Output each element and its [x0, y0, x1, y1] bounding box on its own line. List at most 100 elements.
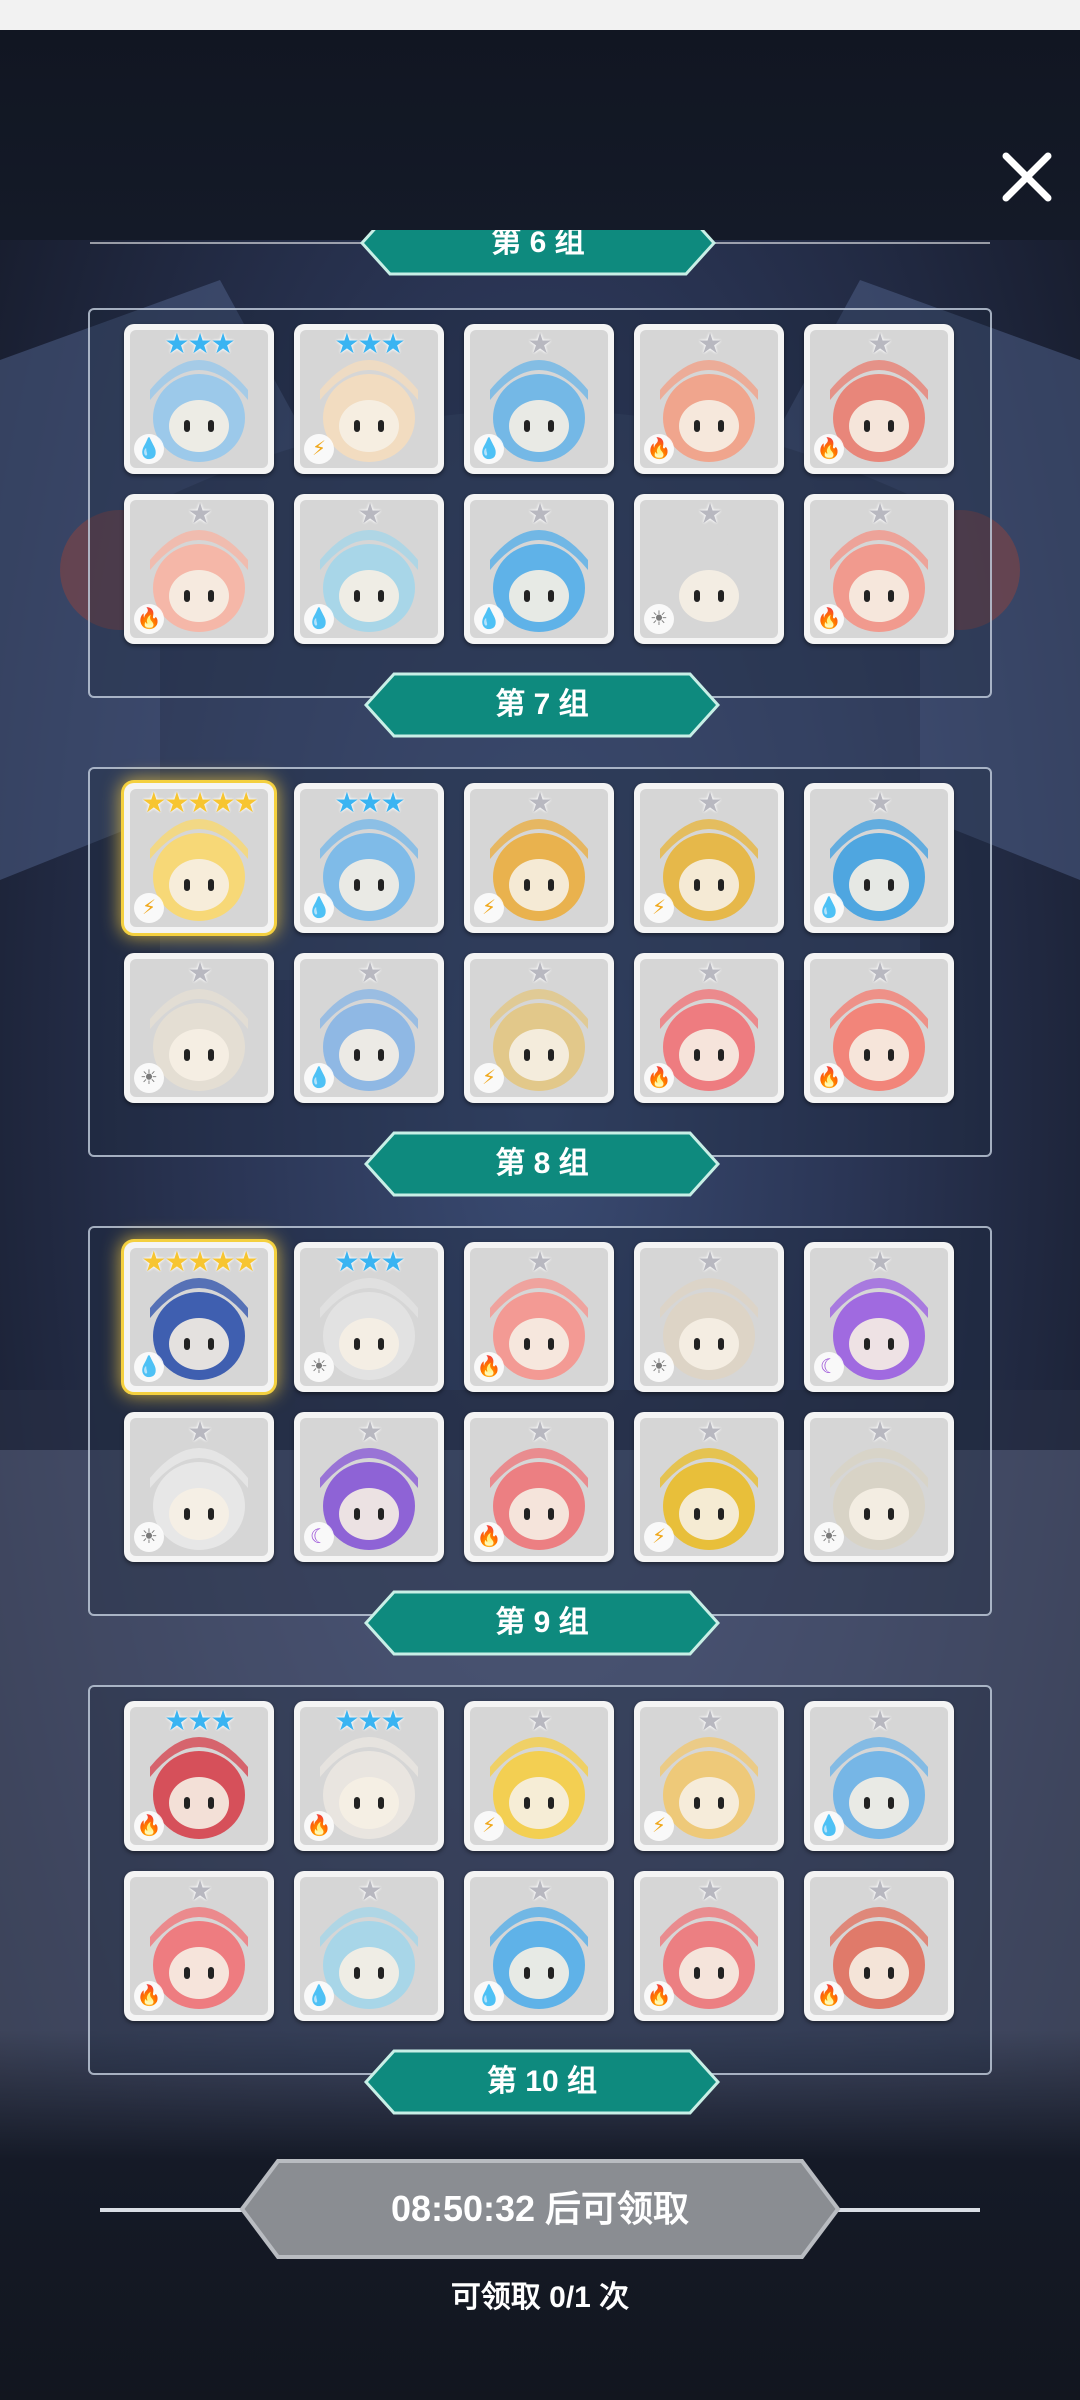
- hero-card[interactable]: ★ 💧: [804, 1701, 954, 1851]
- star-rating: ★: [357, 957, 382, 988]
- hero-card[interactable]: ★ 🔥: [634, 1871, 784, 2021]
- hero-card[interactable]: ★ 🔥: [804, 324, 954, 474]
- hero-card[interactable]: ★ ⚡: [464, 953, 614, 1103]
- water-element-icon: 💧: [304, 1981, 334, 2011]
- fire-element-icon: 🔥: [814, 1981, 844, 2011]
- water-element-icon: 💧: [304, 604, 334, 634]
- hero-card[interactable]: ★ 💧: [464, 324, 614, 474]
- hero-card[interactable]: ★ 💧: [464, 1871, 614, 2021]
- hero-card[interactable]: ★ ☀: [634, 1242, 784, 1392]
- hero-card[interactable]: ★★★★★ 💧: [124, 1242, 274, 1392]
- fire-element-icon: 🔥: [814, 604, 844, 634]
- star-rating: ★: [697, 787, 722, 818]
- hero-card[interactable]: ★ ☾: [804, 1242, 954, 1392]
- lightning-element-icon: ⚡: [644, 893, 674, 923]
- hero-card[interactable]: ★ ☀: [124, 953, 274, 1103]
- fire-element-icon: 🔥: [814, 1063, 844, 1093]
- water-element-icon: 💧: [474, 434, 504, 464]
- star-rating: ★: [527, 1705, 552, 1736]
- hero-card[interactable]: ★ 💧: [804, 783, 954, 933]
- star-rating: ★: [867, 1246, 892, 1277]
- star-rating: ★: [697, 328, 722, 359]
- hero-card[interactable]: ★★★ 💧: [124, 324, 274, 474]
- fire-element-icon: 🔥: [644, 1063, 674, 1093]
- group-tab[interactable]: 第 8 组: [364, 1131, 720, 1197]
- star-rating: ★: [187, 1416, 212, 1447]
- star-rating: ★★★★★: [141, 787, 259, 818]
- hero-card[interactable]: ★ ⚡: [464, 1701, 614, 1851]
- close-button[interactable]: [996, 146, 1058, 208]
- hero-card[interactable]: ★ 🔥: [804, 494, 954, 644]
- group-tab-label: 第 9 组: [495, 1606, 589, 1639]
- group-tab-label: 第 10 组: [486, 2065, 598, 2098]
- star-rating: ★: [697, 1875, 722, 1906]
- star-rating: ★: [187, 1875, 212, 1906]
- hero-card[interactable]: ★ 🔥: [464, 1242, 614, 1392]
- hero-card[interactable]: ★ 🔥: [124, 494, 274, 644]
- fire-element-icon: 🔥: [644, 434, 674, 464]
- water-element-icon: 💧: [304, 1063, 334, 1093]
- star-rating: ★: [357, 1416, 382, 1447]
- star-rating: ★★★: [334, 1705, 405, 1736]
- lightning-element-icon: ⚡: [134, 893, 164, 923]
- group-tab-6[interactable]: 第 6 组: [360, 230, 716, 276]
- lightning-element-icon: ⚡: [644, 1811, 674, 1841]
- dark-element-icon: ☾: [814, 1352, 844, 1382]
- water-element-icon: 💧: [474, 604, 504, 634]
- hero-card[interactable]: ★ ☀: [634, 494, 784, 644]
- claim-count: 可领取 0/1 次: [450, 2281, 630, 2314]
- star-rating: ★: [867, 328, 892, 359]
- light-element-icon: ☀: [644, 1352, 674, 1382]
- hero-card[interactable]: ★ ⚡: [634, 1701, 784, 1851]
- hero-card[interactable]: ★ 🔥: [634, 953, 784, 1103]
- star-rating: ★: [867, 1705, 892, 1736]
- water-element-icon: 💧: [304, 893, 334, 923]
- top-overlay: [0, 30, 1080, 240]
- lightning-element-icon: ⚡: [644, 1522, 674, 1552]
- hero-card[interactable]: ★★★ ☀: [294, 1242, 444, 1392]
- hero-card[interactable]: ★ 🔥: [464, 1412, 614, 1562]
- hero-card[interactable]: ★ 💧: [464, 494, 614, 644]
- star-rating: ★★★: [164, 1705, 235, 1736]
- star-rating: ★: [527, 1416, 552, 1447]
- hero-card[interactable]: ★★★★★ ⚡: [124, 783, 274, 933]
- star-rating: ★: [867, 1875, 892, 1906]
- star-rating: ★★★★★: [141, 1246, 259, 1277]
- fire-element-icon: 🔥: [134, 1811, 164, 1841]
- hero-card[interactable]: ★★★ 🔥: [124, 1701, 274, 1851]
- hero-card[interactable]: ★ ⚡: [634, 1412, 784, 1562]
- hero-card[interactable]: ★★★ 💧: [294, 783, 444, 933]
- hero-card[interactable]: ★ ⚡: [634, 783, 784, 933]
- hero-card[interactable]: ★★★ ⚡: [294, 324, 444, 474]
- group-tab[interactable]: 第 7 组: [364, 672, 720, 738]
- hero-card[interactable]: ★ ☀: [804, 1412, 954, 1562]
- water-element-icon: 💧: [814, 893, 844, 923]
- star-rating: ★: [697, 1246, 722, 1277]
- group-tab[interactable]: 第 10 组: [364, 2049, 720, 2115]
- hero-card[interactable]: ★ 🔥: [634, 324, 784, 474]
- hero-card[interactable]: ★ 🔥: [804, 953, 954, 1103]
- hero-card[interactable]: ★ 💧: [294, 953, 444, 1103]
- claim-rail-left: [100, 2208, 260, 2212]
- fire-element-icon: 🔥: [474, 1352, 504, 1382]
- star-rating: ★: [357, 498, 382, 529]
- hero-card[interactable]: ★ 💧: [294, 1871, 444, 2021]
- hero-card[interactable]: ★ 💧: [294, 494, 444, 644]
- star-rating: ★: [527, 787, 552, 818]
- fire-element-icon: 🔥: [134, 1981, 164, 2011]
- star-rating: ★: [527, 498, 552, 529]
- hero-card[interactable]: ★★★ 🔥: [294, 1701, 444, 1851]
- lightning-element-icon: ⚡: [304, 434, 334, 464]
- star-rating: ★: [527, 1875, 552, 1906]
- claim-button[interactable]: 08:50:32 后可领取: [238, 2158, 842, 2260]
- hero-card[interactable]: ★ ☾: [294, 1412, 444, 1562]
- hero-card[interactable]: ★ ⚡: [464, 783, 614, 933]
- star-rating: ★★★: [334, 787, 405, 818]
- hero-card[interactable]: ★ ☀: [124, 1412, 274, 1562]
- hero-card[interactable]: ★ 🔥: [124, 1871, 274, 2021]
- star-rating: ★: [867, 1416, 892, 1447]
- claim-button-label: 08:50:32 后可领取: [390, 2188, 690, 2229]
- star-rating: ★: [527, 1246, 552, 1277]
- group-tab[interactable]: 第 9 组: [364, 1590, 720, 1656]
- hero-card[interactable]: ★ 🔥: [804, 1871, 954, 2021]
